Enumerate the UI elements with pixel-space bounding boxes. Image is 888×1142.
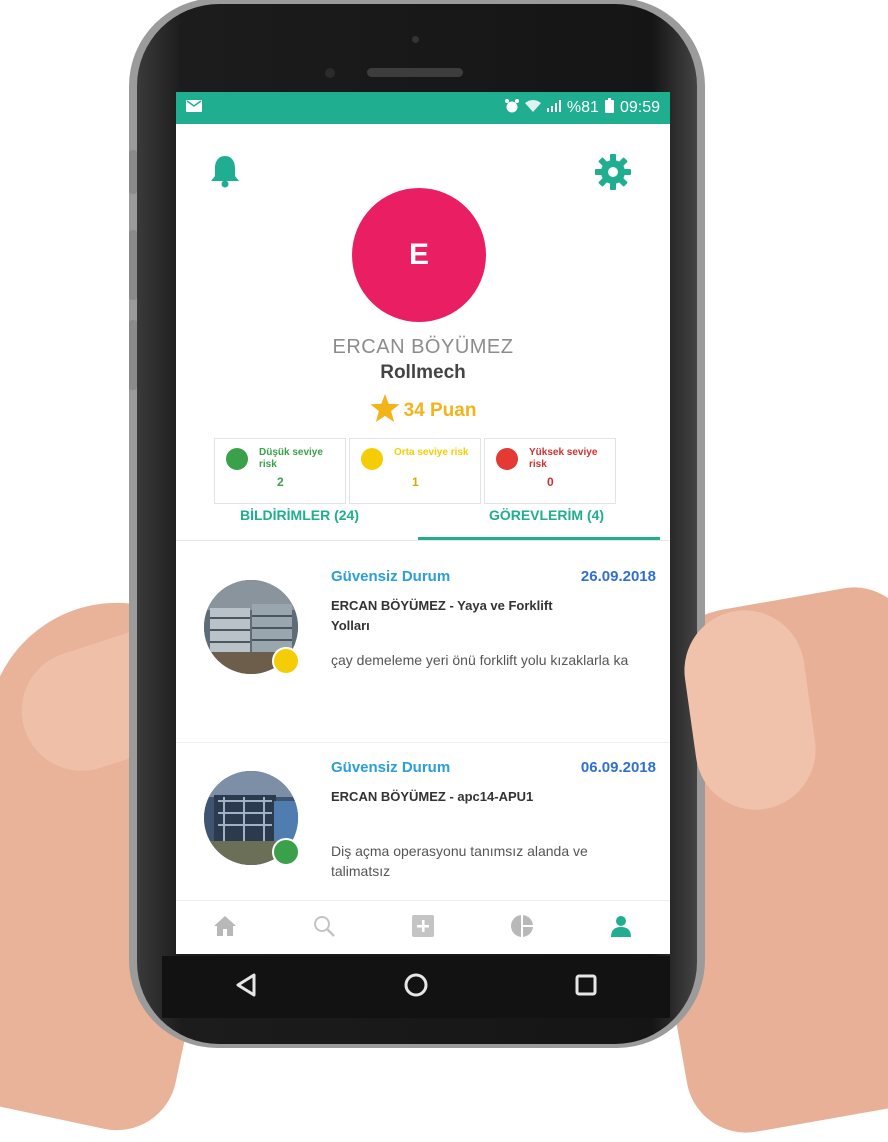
points-value: 34 Puan: [403, 400, 477, 421]
home-icon: [214, 915, 237, 941]
home-circle-icon[interactable]: [403, 972, 429, 1003]
item-description: Diş açma operasyonu tanımsız alanda ve t…: [331, 843, 588, 879]
nav-profile[interactable]: [571, 901, 670, 954]
company-name: Rollmech: [380, 362, 466, 383]
earpiece: [367, 68, 463, 77]
nav-home[interactable]: [176, 901, 275, 954]
battery-percent: %81: [566, 99, 599, 116]
system-navigation-bar: [162, 956, 670, 1018]
risk-medium-count: 1: [412, 475, 419, 489]
phone-volume-down: [129, 320, 137, 390]
risk-high-count: 0: [547, 475, 554, 489]
item-title: ERCAN BÖYÜMEZ - Yaya ve Forklift Yolları: [331, 598, 553, 633]
tab-bar: BİLDİRİMLER (24) GÖREVLERİM (4): [176, 488, 670, 542]
item-description: çay demeleme yeri önü forklift yolu kıza…: [331, 652, 629, 668]
wifi-icon: [524, 99, 541, 117]
profile-section: E ERCAN BÖYÜMEZ Rollmech 34 Puan Düşük s…: [176, 124, 670, 542]
chart-icon: [510, 914, 534, 943]
mail-notification-icon: [186, 99, 202, 117]
alarm-icon: [504, 98, 519, 118]
back-icon[interactable]: [235, 973, 257, 1002]
nav-add[interactable]: [374, 901, 473, 954]
app-screen: %81 09:59 E ERCAN BÖYÜMEZ Rollmech 34 Pu…: [176, 92, 670, 954]
star-icon: [369, 394, 400, 428]
notification-bell-icon[interactable]: [209, 154, 241, 193]
proximity-sensor: [412, 36, 419, 43]
risk-high-dot: [496, 448, 518, 470]
recents-icon[interactable]: [575, 974, 597, 1001]
user-name: ERCAN BÖYÜMEZ: [332, 336, 514, 358]
list-item[interactable]: Güvensiz Durum 26.09.2018 ERCAN BÖYÜMEZ …: [176, 552, 670, 743]
tab-notifications[interactable]: BİLDİRİMLER (24): [176, 488, 423, 542]
front-camera: [325, 68, 335, 78]
item-date: 06.09.2018: [580, 759, 656, 776]
risk-medium-label: Orta seviye risk: [394, 447, 469, 458]
profile-icon: [610, 915, 632, 942]
battery-icon: [604, 98, 614, 118]
item-type: Güvensiz Durum: [331, 568, 451, 585]
add-icon: [411, 914, 434, 942]
item-type: Güvensiz Durum: [331, 759, 451, 776]
bottom-navigation: [176, 900, 670, 954]
item-risk-dot: [272, 838, 300, 866]
avatar-letter: E: [408, 238, 429, 271]
item-risk-dot: [272, 647, 300, 675]
nav-reports[interactable]: [472, 901, 571, 954]
clock: 09:59: [619, 99, 660, 116]
risk-low-label: Düşük seviye risk: [259, 447, 323, 470]
risk-medium-dot: [361, 448, 383, 470]
avatar[interactable]: E: [352, 188, 486, 322]
nav-search[interactable]: [275, 901, 374, 954]
tabs-divider: [176, 540, 670, 541]
search-icon: [313, 915, 336, 942]
points-badge: 34 Puan: [176, 394, 670, 428]
risk-high-label: Yüksek seviye risk: [529, 447, 598, 470]
status-bar: %81 09:59: [176, 92, 670, 124]
task-list: Güvensiz Durum 26.09.2018 ERCAN BÖYÜMEZ …: [176, 552, 670, 934]
phone-mute-switch: [129, 150, 137, 194]
tab-my-tasks[interactable]: GÖREVLERİM (4): [423, 488, 670, 542]
signal-icon: [546, 99, 561, 117]
settings-gear-icon[interactable]: [595, 154, 631, 195]
phone-volume-up: [129, 230, 137, 300]
item-date: 26.09.2018: [580, 568, 656, 585]
risk-low-count: 2: [277, 475, 284, 489]
item-title: ERCAN BÖYÜMEZ - apc14-APU1: [331, 789, 534, 804]
risk-low-dot: [226, 448, 248, 470]
